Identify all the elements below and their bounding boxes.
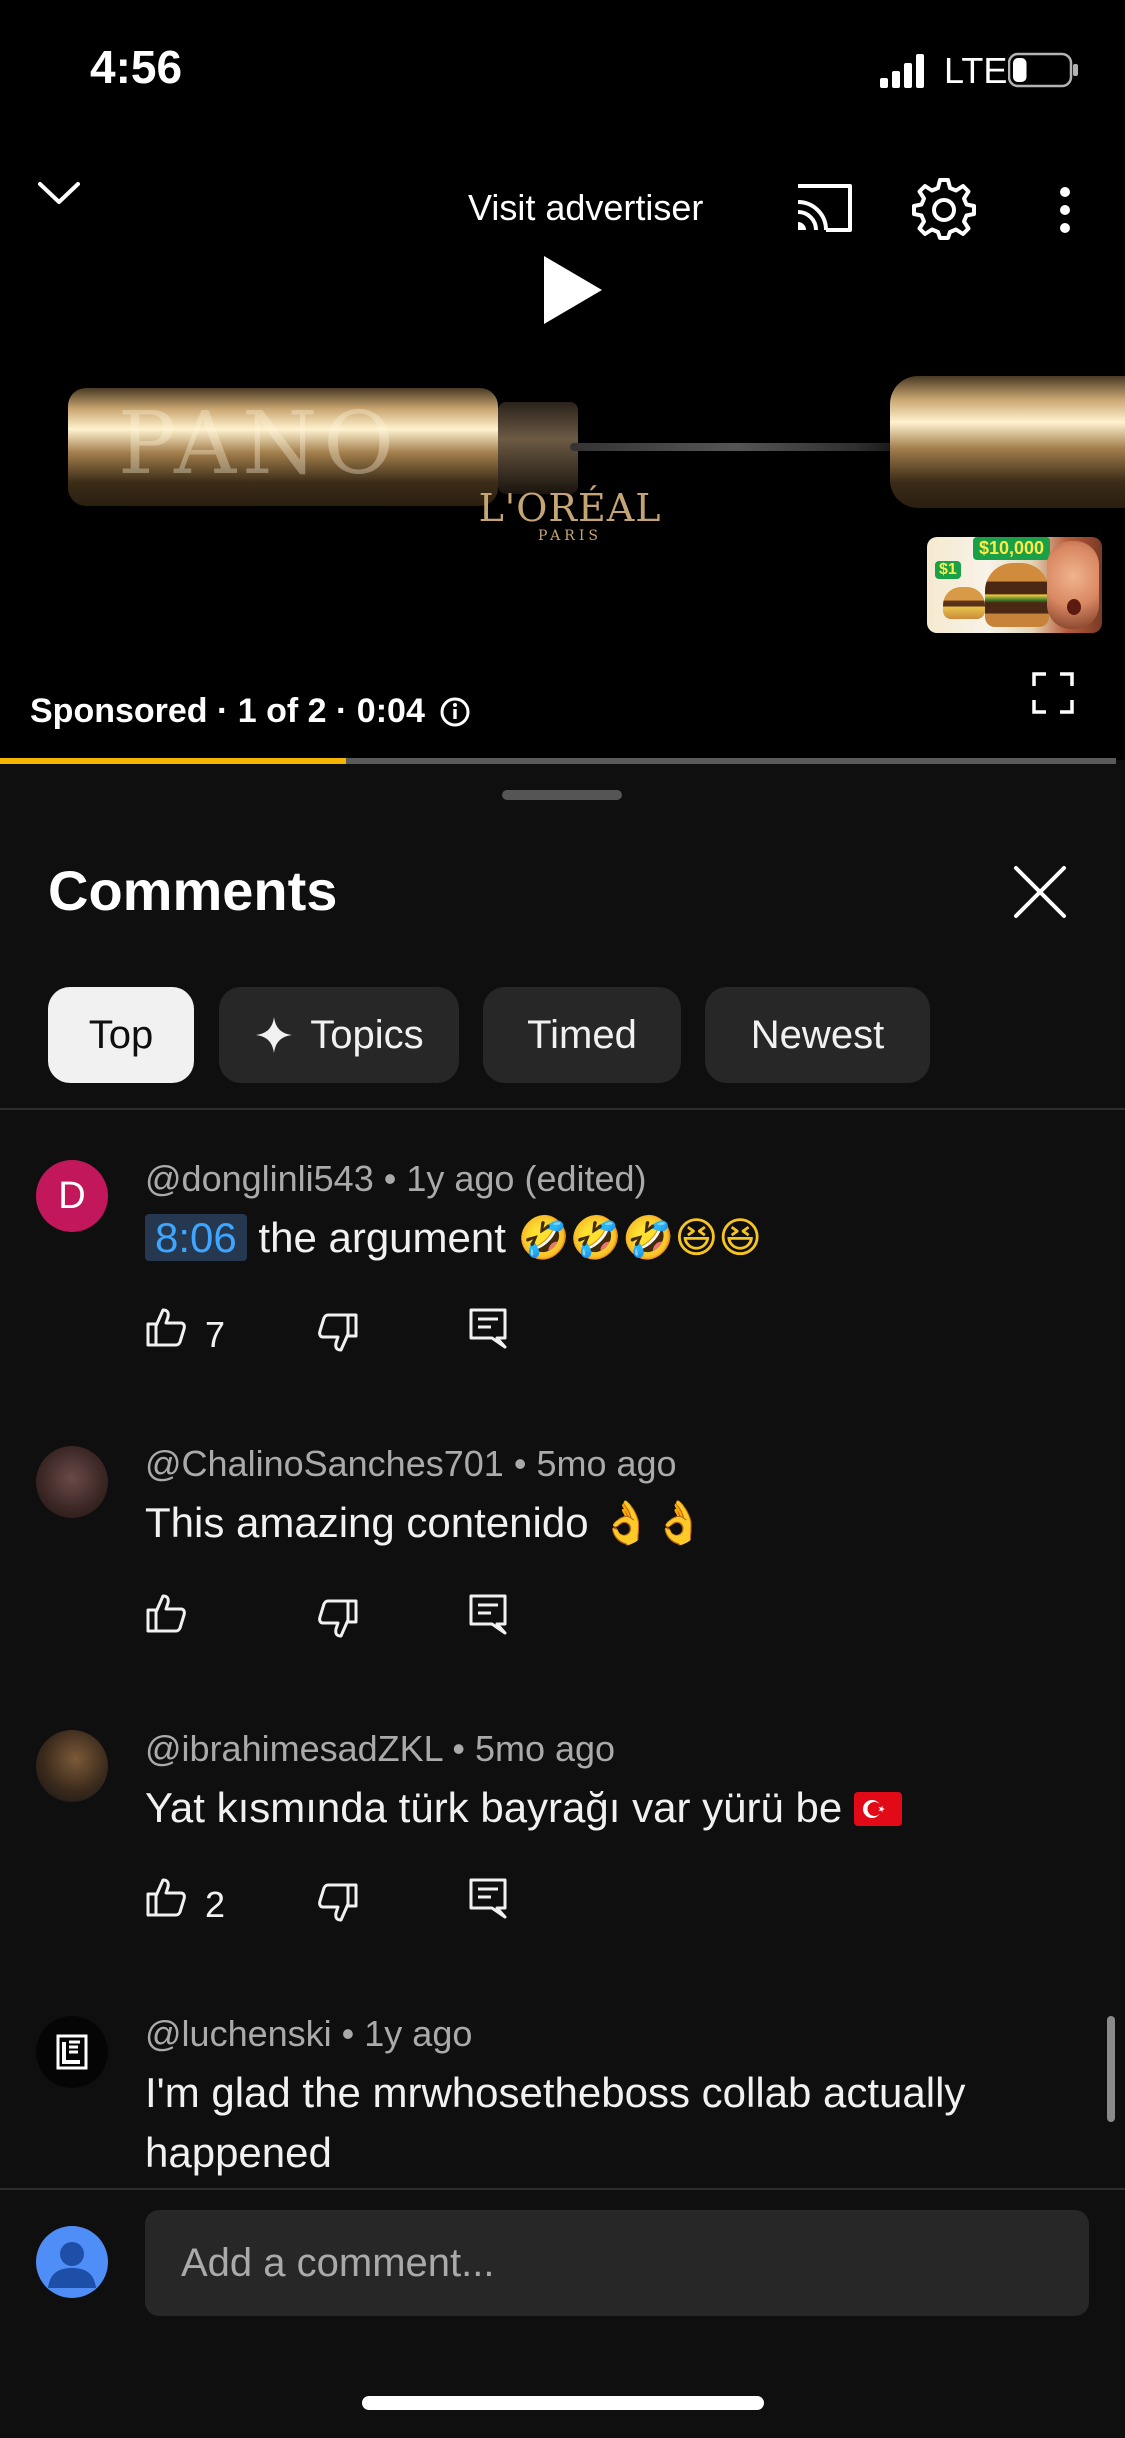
comment-meta: @ibrahimesadZKL • 5mo ago [145,1728,615,1770]
chip-timed[interactable]: Timed [483,987,681,1083]
visit-advertiser-button[interactable]: Visit advertiser [468,187,703,229]
network-label: LTE [944,50,1008,91]
comment-meta: @donglinli543 • 1y ago (edited) [145,1158,647,1200]
brand-name: L'ORÉAL [478,486,662,530]
separator: • [452,1728,465,1769]
thumbs-up-icon[interactable] [145,1592,187,1634]
product-wand [570,443,900,451]
avatar[interactable] [36,1730,108,1802]
channel-logo-icon [56,2034,88,2070]
comment-age: 5mo ago [536,1443,677,1484]
separator: • [341,2013,355,2054]
separator: • [513,1443,527,1484]
thumbs-up-icon[interactable] [145,1306,187,1348]
timestamp-link[interactable]: 8:06 [145,1214,247,1261]
avatar[interactable] [36,1446,108,1518]
comment-body: the argument [258,1214,506,1261]
comment-author[interactable]: @ibrahimesadZKL [145,1728,442,1769]
comment-age: 1y ago [364,2013,473,2054]
chip-top[interactable]: Top [48,987,194,1083]
product-engraving: PANO [118,394,400,494]
chip-label: Topics [310,1012,424,1057]
user-avatar[interactable] [36,2226,108,2298]
battery-icon [1008,52,1078,88]
drag-handle[interactable] [502,790,622,800]
brand-logo: L'ORÉAL PARIS [455,488,685,544]
chevron-down-icon[interactable] [34,172,84,212]
product-image-right [890,376,1125,508]
thumb-burger-large [985,563,1049,627]
avatar-letter: D [58,1174,86,1217]
divider [0,1108,1125,1110]
comment-age: 5mo ago [474,1728,616,1769]
reply-icon[interactable] [467,1306,509,1350]
home-indicator [362,2396,764,2410]
reply-icon[interactable] [467,1592,509,1636]
scrollbar[interactable] [1107,2016,1115,2122]
ad-info-text: Sponsored · 1 of 2 · 0:04 [30,692,425,730]
reply-icon[interactable] [467,1876,509,1920]
comment-emojis: 🤣🤣🤣😆😆 [517,1214,763,1261]
comment-emojis: 👌👌 [600,1499,705,1546]
product-image-left: PANO [68,388,498,506]
next-video-thumbnail[interactable]: $10,000 $1 [927,537,1102,633]
comment-author[interactable]: @donglinli543 [145,1158,374,1199]
thumb-badge: $10,000 [973,537,1051,560]
comment-text: This amazing contenido 👌👌 [145,1493,1045,1553]
turkey-flag-icon [853,1792,902,1826]
thumb-face [1047,541,1099,629]
thumbs-down-icon[interactable] [317,1882,359,1924]
comment-body: Yat kısmında türk bayrağı var yürü be [145,1784,843,1831]
comment-body: This amazing contenido [145,1499,589,1546]
thumb-burger-small [943,587,985,619]
thumbs-down-icon[interactable] [317,1312,359,1354]
info-icon[interactable] [439,696,471,728]
comment-text: I'm glad the mrwhosetheboss collab actua… [145,2063,1045,2183]
panel-title: Comments [48,859,338,922]
signal-icon [880,54,924,88]
sparkle-icon [256,1017,293,1053]
comment-input[interactable] [145,2210,1089,2316]
chip-label: Timed [527,1012,637,1057]
thumb-mouth [1067,599,1081,615]
comment-author[interactable]: @ChalinoSanches701 [145,1443,504,1484]
like-count: 7 [205,1314,226,1355]
comment-body: I'm glad the mrwhosetheboss collab actua… [145,2069,966,2176]
ad-info: Sponsored · 1 of 2 · 0:04 [30,692,471,731]
avatar[interactable] [36,2016,108,2088]
gear-icon[interactable] [912,176,976,240]
brand-subtitle: PARIS [538,528,602,544]
chip-label: Newest [750,1012,885,1057]
cast-icon[interactable] [792,180,856,236]
comment-text: Yat kısmında türk bayrağı var yürü be [145,1778,1045,1838]
thumbs-down-icon[interactable] [317,1598,359,1640]
user-icon [48,2242,96,2288]
chip-topics[interactable]: Topics [219,987,459,1083]
comment-meta: @ChalinoSanches701 • 5mo ago [145,1443,677,1485]
like-count: 2 [205,1884,226,1925]
chip-newest[interactable]: Newest [705,987,930,1083]
fullscreen-icon[interactable] [1032,672,1074,714]
play-icon[interactable] [530,250,610,330]
avatar[interactable]: D [36,1160,108,1232]
separator: • [383,1158,397,1199]
thumbs-up-icon[interactable] [145,1876,187,1918]
comment-author[interactable]: @luchenski [145,2013,332,2054]
close-icon[interactable] [1010,862,1070,922]
product-collar [498,402,578,494]
comment-text: 8:06 the argument 🤣🤣🤣😆😆 [145,1208,1045,1268]
comment-age: 1y ago (edited) [406,1158,647,1199]
chip-label: Top [88,1012,154,1057]
comment-meta: @luchenski • 1y ago [145,2013,472,2055]
thumb-small-badge: $1 [935,561,961,579]
status-time: 4:56 [90,41,183,93]
more-vert-icon[interactable] [1050,180,1080,240]
